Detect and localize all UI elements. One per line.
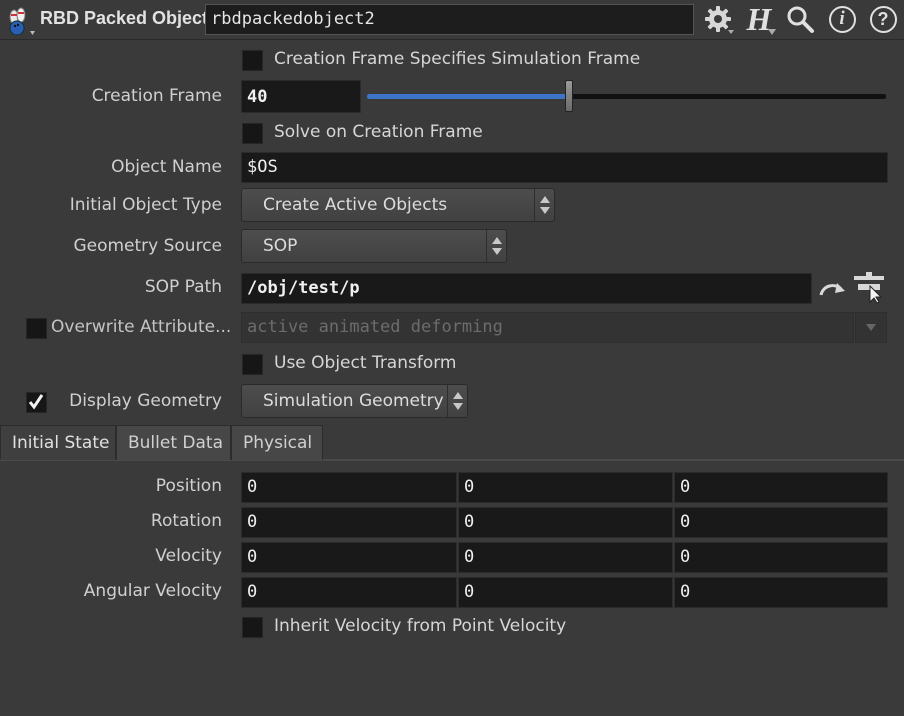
- creation-frame-specifies-sim-frame-label: Creation Frame Specifies Simulation Fram…: [274, 49, 641, 69]
- use-object-transform-label: Use Object Transform: [274, 353, 457, 373]
- geometry-source-label: Geometry Source: [73, 236, 222, 256]
- solve-on-creation-frame-label: Solve on Creation Frame: [274, 122, 483, 142]
- inherit-velocity-checkbox[interactable]: [242, 617, 263, 638]
- tab-physical[interactable]: Physical: [231, 425, 323, 460]
- sop-path-input[interactable]: /obj/test/p: [241, 273, 812, 304]
- node-chooser-icon[interactable]: [852, 272, 886, 304]
- help-icon[interactable]: ?: [866, 3, 900, 35]
- help-glyph: ?: [877, 8, 889, 29]
- velocity-y-input[interactable]: 0: [458, 542, 673, 573]
- info-icon[interactable]: i: [825, 3, 859, 35]
- up-down-arrows-icon: [534, 189, 554, 221]
- display-geometry-menu[interactable]: Simulation Geometry: [241, 384, 468, 418]
- checkmark-icon: [28, 394, 44, 410]
- sop-path-label: SOP Path: [144, 277, 222, 297]
- overwrite-attributes-dropdown: [855, 312, 887, 343]
- creation-frame-slider-fill: [367, 94, 569, 99]
- info-glyph: i: [839, 8, 845, 29]
- initial-object-type-value: Create Active Objects: [263, 195, 448, 215]
- velocity-x-input[interactable]: 0: [241, 542, 457, 573]
- creation-frame-specifies-sim-frame-checkbox[interactable]: [242, 50, 263, 71]
- position-z-input[interactable]: 0: [674, 472, 888, 503]
- bowling-pins-icon[interactable]: [4, 5, 36, 37]
- houdini-help-icon[interactable]: H: [742, 3, 776, 35]
- position-label: Position: [155, 476, 222, 496]
- angular-velocity-x-input[interactable]: 0: [241, 577, 457, 608]
- position-x-input[interactable]: 0: [241, 472, 457, 503]
- display-geometry-label: Display Geometry: [69, 391, 222, 411]
- initial-object-type-menu[interactable]: Create Active Objects: [241, 188, 555, 222]
- node-name-input[interactable]: rbdpackedobject2: [205, 4, 694, 35]
- object-name-input[interactable]: $OS: [241, 152, 888, 183]
- initial-object-type-label: Initial Object Type: [69, 195, 222, 215]
- angular-velocity-label: Angular Velocity: [83, 581, 222, 601]
- angular-velocity-z-input[interactable]: 0: [674, 577, 888, 608]
- solve-on-creation-frame-checkbox[interactable]: [242, 123, 263, 144]
- creation-frame-slider-handle[interactable]: [565, 80, 573, 112]
- up-down-arrows-icon: [447, 385, 467, 417]
- rotation-z-input[interactable]: 0: [674, 507, 888, 538]
- node-type-label: RBD Packed Object: [40, 8, 209, 28]
- velocity-label: Velocity: [155, 546, 222, 566]
- use-object-transform-checkbox[interactable]: [242, 354, 263, 375]
- geometry-source-menu[interactable]: SOP: [241, 229, 507, 263]
- creation-frame-label: Creation Frame: [91, 86, 222, 106]
- search-icon[interactable]: [783, 3, 817, 35]
- gear-icon[interactable]: [701, 3, 735, 35]
- rotation-label: Rotation: [150, 511, 222, 531]
- display-geometry-checkbox[interactable]: [26, 392, 47, 413]
- geometry-source-value: SOP: [263, 236, 298, 256]
- overwrite-attributes-input: active animated deforming: [241, 312, 854, 343]
- chevron-down-icon: [866, 324, 876, 331]
- object-name-label: Object Name: [111, 157, 222, 177]
- creation-frame-input[interactable]: 40: [241, 80, 361, 113]
- display-geometry-value: Simulation Geometry: [263, 391, 444, 411]
- overwrite-attributes-label: Overwrite Attribute...: [51, 317, 232, 337]
- velocity-z-input[interactable]: 0: [674, 542, 888, 573]
- tab-bullet-data[interactable]: Bullet Data: [116, 425, 231, 460]
- jump-to-node-icon[interactable]: [817, 275, 847, 303]
- overwrite-attributes-checkbox[interactable]: [26, 318, 47, 339]
- up-down-arrows-icon: [486, 230, 506, 262]
- position-y-input[interactable]: 0: [458, 472, 673, 503]
- angular-velocity-y-input[interactable]: 0: [458, 577, 673, 608]
- rotation-x-input[interactable]: 0: [241, 507, 457, 538]
- rotation-y-input[interactable]: 0: [458, 507, 673, 538]
- tab-initial-state[interactable]: Initial State: [0, 425, 116, 460]
- inherit-velocity-label: Inherit Velocity from Point Velocity: [274, 616, 567, 636]
